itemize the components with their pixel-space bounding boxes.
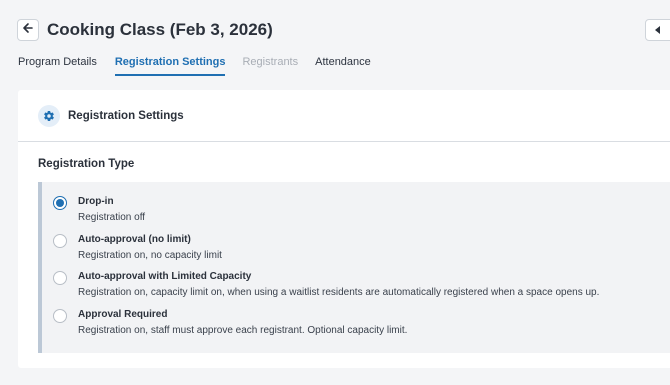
tab-program-details[interactable]: Program Details [18,55,97,76]
page-title: Cooking Class (Feb 3, 2026) [47,20,273,39]
option-drop-in[interactable]: Drop-in Registration off [53,195,145,225]
option-label: Auto-approval with Limited Capacity [78,271,252,282]
option-approval-required[interactable]: Approval Required Registration on, staff… [53,308,407,338]
card-header: Registration Settings [18,90,670,142]
option-description: Registration on, capacity limit on, when… [78,287,600,298]
radio-button[interactable] [53,234,67,248]
arrow-left-icon [22,21,34,39]
card-title: Registration Settings [68,109,184,122]
registration-type-options: Drop-in Registration off Auto-approval (… [38,182,670,353]
tab-registration-settings[interactable]: Registration Settings [114,55,226,76]
option-description: Registration on, staff must approve each… [78,325,408,336]
option-description: Registration off [78,212,146,223]
radio-selected-dot [56,199,64,207]
option-label: Drop-in [78,196,114,207]
gear-icon [38,104,60,127]
registration-settings-card: Registration Settings Registration Type … [18,90,670,368]
back-button[interactable] [17,19,39,41]
tab-attendance[interactable]: Attendance [315,55,371,76]
collapse-panel-button[interactable] [645,19,670,41]
option-auto-approval-limited-capacity[interactable]: Auto-approval with Limited Capacity Regi… [53,270,599,300]
caret-left-icon [655,21,661,39]
radio-button[interactable] [53,309,67,323]
option-auto-approval-no-limit[interactable]: Auto-approval (no limit) Registration on… [53,233,222,263]
section-title: Registration Type [38,158,135,170]
radio-button[interactable] [53,271,67,285]
tab-bar: Program Details Registration Settings Re… [18,55,371,76]
option-label: Approval Required [78,309,168,320]
option-label: Auto-approval (no limit) [78,234,191,245]
radio-button[interactable] [53,196,67,210]
tab-registrants: Registrants [242,56,299,68]
option-description: Registration on, no capacity limit [78,250,222,261]
